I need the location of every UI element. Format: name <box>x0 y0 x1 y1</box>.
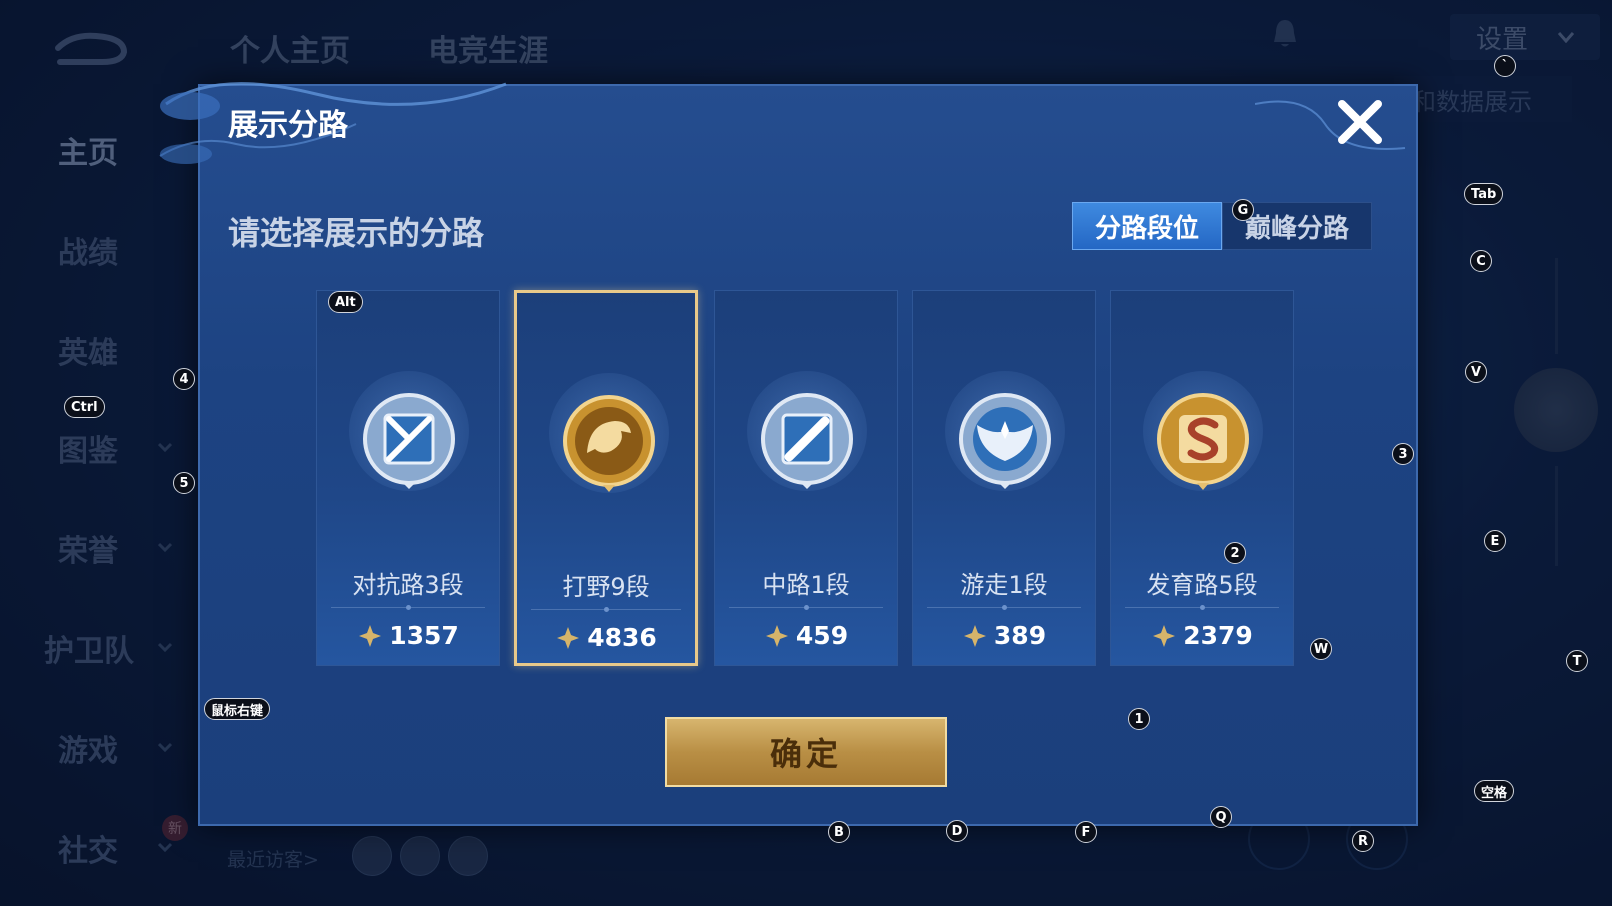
divider <box>531 607 681 612</box>
star-fragment-icon <box>1153 624 1176 647</box>
key-hint-alt: Alt <box>328 291 363 313</box>
cloud-swirl-decoration <box>1255 100 1406 150</box>
gold-s-emblem-icon <box>1157 393 1249 490</box>
silver-crossed-blades-emblem-icon <box>363 393 455 489</box>
key-hint-w: W <box>1310 638 1332 660</box>
lane-card-jungle[interactable]: 打野9段 4836 <box>514 290 698 666</box>
silver-wings-emblem-icon <box>959 393 1051 489</box>
lane-card-mid[interactable]: 中路1段 459 <box>714 290 898 666</box>
key-hint-d: D <box>946 820 968 842</box>
close-icon[interactable] <box>1336 98 1384 146</box>
score-value: 389 <box>993 621 1047 650</box>
lane-name: 打野9段 <box>562 573 650 601</box>
key-hint-2: 2 <box>1224 542 1246 564</box>
lane-name: 中路1段 <box>762 571 850 599</box>
lane-card-top[interactable]: 对抗路3段 1357 <box>316 290 500 666</box>
key-hint-f: F <box>1075 821 1097 843</box>
lane-card-roam[interactable]: 游走1段 389 <box>912 290 1096 666</box>
lane-score: 389 <box>913 621 1095 650</box>
score-value: 459 <box>795 621 849 650</box>
dialog-title: 展示分路 <box>228 108 348 143</box>
lane-score: 4836 <box>517 623 695 652</box>
key-hint-mouse-right: 鼠标右键 <box>204 698 271 720</box>
confirm-button[interactable]: 确定 <box>665 717 947 787</box>
key-hint-c: C <box>1470 250 1492 272</box>
key-hint-4: 4 <box>173 368 195 390</box>
key-hint-v: V <box>1465 361 1487 383</box>
score-value: 4836 <box>587 623 657 652</box>
key-hint-q: Q <box>1210 806 1232 828</box>
star-fragment-icon <box>963 624 986 647</box>
key-hint-tab: Tab <box>1464 183 1504 205</box>
star-fragment-icon <box>765 624 788 647</box>
lane-score: 2379 <box>1111 621 1293 650</box>
key-hint-1: 1 <box>1128 708 1150 730</box>
key-hint-3: 3 <box>1392 443 1414 465</box>
key-hint-r: R <box>1352 830 1374 852</box>
star-fragment-icon <box>359 624 382 647</box>
key-hint-5: 5 <box>173 472 195 494</box>
lane-name: 对抗路3段 <box>352 571 464 599</box>
dialog-subtitle: 请选择展示的分路 <box>228 214 485 252</box>
lane-score: 459 <box>715 621 897 650</box>
lane-name: 发育路5段 <box>1146 571 1258 599</box>
key-hint-space: 空格 <box>1474 780 1515 802</box>
star-fragment-icon <box>557 626 580 649</box>
silver-slash-emblem-icon <box>761 393 853 489</box>
tab-lane-rank[interactable]: 分路段位 <box>1072 202 1222 250</box>
divider <box>927 605 1081 610</box>
key-hint-t: T <box>1566 650 1588 672</box>
score-value: 1357 <box>389 621 459 650</box>
lane-score: 1357 <box>317 621 499 650</box>
divider <box>729 605 883 610</box>
key-hint-b: B <box>828 821 850 843</box>
score-value: 2379 <box>1183 621 1253 650</box>
key-hint-ctrl: Ctrl <box>64 396 105 418</box>
lane-name: 游走1段 <box>960 571 1048 599</box>
divider <box>1125 605 1279 610</box>
key-hint-e: E <box>1484 530 1506 552</box>
gold-dragon-emblem-icon <box>563 395 655 492</box>
lane-card-adc[interactable]: 发育路5段 2379 <box>1110 290 1294 666</box>
key-hint-g: G <box>1232 199 1254 221</box>
key-hint-backtick: ` <box>1494 55 1516 77</box>
divider <box>331 605 485 610</box>
